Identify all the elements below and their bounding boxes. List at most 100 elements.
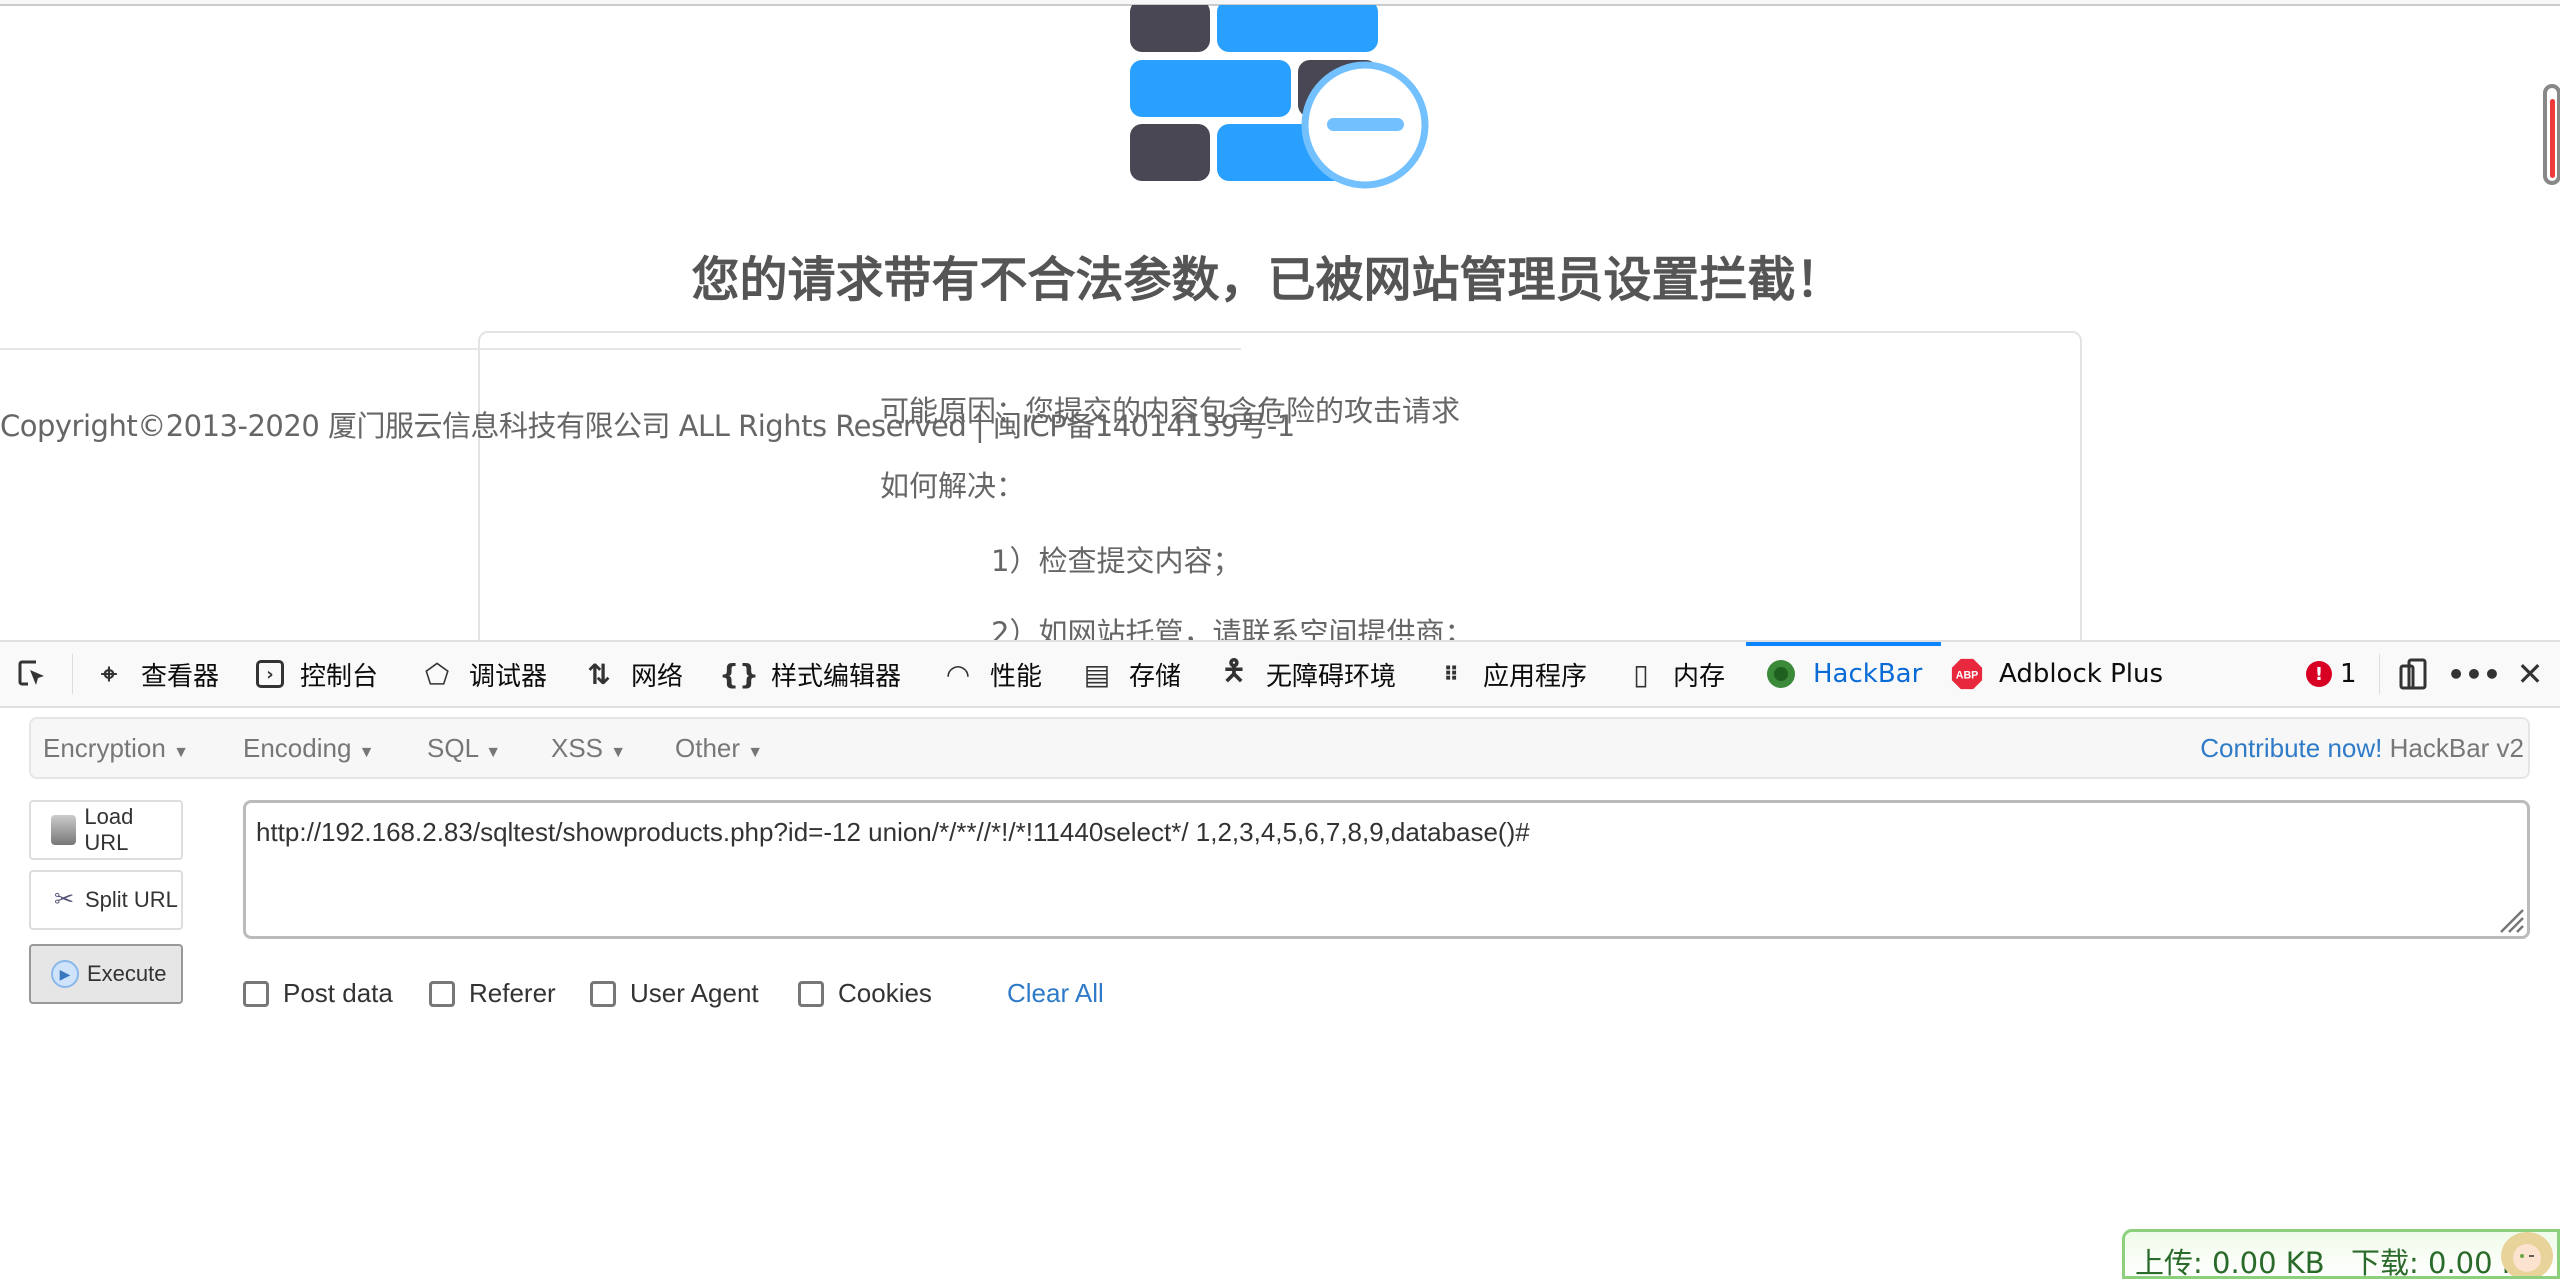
- close-devtools-button[interactable]: ✕: [2514, 642, 2560, 706]
- tab-label: 调试器: [469, 661, 548, 692]
- url-textarea[interactable]: http://192.168.2.83/sqltest/showproducts…: [243, 800, 2530, 939]
- memory-icon: ▯: [1633, 657, 1649, 691]
- checkbox-label: Cookies: [838, 978, 932, 1008]
- tab-console[interactable]: › 控制台: [256, 642, 378, 706]
- responsive-design-button[interactable]: [2398, 642, 2446, 706]
- chevron-down-icon: ▼: [485, 744, 502, 761]
- abp-icon: ABP: [1951, 658, 1983, 690]
- menu-other[interactable]: Other ▼: [675, 719, 763, 777]
- hackbar-version: HackBar v2: [2389, 733, 2524, 763]
- menu-label: Other: [675, 733, 741, 763]
- tab-label: 无障碍环境: [1266, 661, 1397, 692]
- element-picker-icon: [16, 658, 48, 690]
- anime-mascot-icon: [2501, 1232, 2553, 1276]
- menu-label: XSS: [551, 733, 604, 763]
- scrollbar-thumb[interactable]: [2550, 99, 2555, 178]
- network-icon: ⇅: [587, 657, 611, 691]
- play-icon: ▶: [51, 960, 79, 988]
- clear-all-link[interactable]: Clear All: [1007, 978, 1104, 1009]
- more-icon: •••: [2447, 657, 2501, 691]
- load-url-icon: [51, 815, 77, 845]
- reason-text: 可能原因：您提交的内容包含危险的攻击请求: [880, 394, 1461, 428]
- tab-label: 存储: [1129, 661, 1182, 692]
- chevron-down-icon: ▼: [173, 744, 189, 761]
- devtools-toolbar: ⌖ 查看器 › 控制台 ⬠ 调试器 ⇅ 网络 {} 样式编辑器 ◠ 性能 ▤ 存储 🯅 无障碍环…: [0, 642, 2560, 708]
- hackbar-menubar: Encryption ▼ Encoding ▼ SQL ▼ XSS ▼ Othe…: [29, 717, 2530, 779]
- tab-label: 内存: [1673, 661, 1726, 692]
- menu-label: SQL: [427, 733, 479, 763]
- scissors-icon: ✂: [53, 886, 75, 913]
- menu-label: Encoding: [243, 733, 352, 763]
- error-icon: !: [2306, 661, 2332, 687]
- cookies-checkbox[interactable]: Cookies: [798, 978, 932, 1009]
- tab-label: 控制台: [300, 661, 379, 692]
- toolbar-divider: [2379, 654, 2380, 694]
- more-options-button[interactable]: •••: [2447, 642, 2506, 706]
- checkbox-label: Post data: [283, 978, 393, 1008]
- error-count-button[interactable]: ! 1: [2306, 642, 2357, 706]
- button-label: Execute: [87, 961, 167, 986]
- menu-encoding[interactable]: Encoding ▼: [243, 719, 375, 777]
- tab-label: 应用程序: [1483, 661, 1588, 692]
- devtools-panel: ⌖ 查看器 › 控制台 ⬠ 调试器 ⇅ 网络 {} 样式编辑器 ◠ 性能 ▤ 存储 🯅 无障碍环…: [0, 640, 2560, 1279]
- menu-encryption[interactable]: Encryption ▼: [43, 719, 189, 777]
- resize-grip-icon[interactable]: [2497, 906, 2525, 934]
- checkbox[interactable]: [798, 980, 824, 1007]
- checkbox-label: User Agent: [630, 978, 759, 1008]
- footer-divider: [0, 348, 1241, 350]
- network-speed-widget: 上传: 0.00 KB 下载: 0.00 KB: [2122, 1229, 2560, 1280]
- fix-step-1: 1）检查提交内容；: [991, 544, 1242, 578]
- close-icon: ✕: [2516, 655, 2544, 693]
- tab-network[interactable]: ⇅ 网络: [583, 642, 683, 706]
- storage-icon: ▤: [1083, 657, 1111, 691]
- tab-label: 性能: [990, 661, 1043, 692]
- chevron-down-icon: ▼: [358, 744, 375, 761]
- chevron-down-icon: ▼: [610, 744, 627, 761]
- tab-inspector[interactable]: ⌖ 查看器: [93, 642, 219, 706]
- checkbox[interactable]: [429, 980, 455, 1007]
- execute-button[interactable]: ▶ Execute: [29, 944, 183, 1004]
- checkbox[interactable]: [243, 980, 269, 1007]
- tab-debugger[interactable]: ⬠ 调试器: [421, 642, 547, 706]
- tab-accessibility[interactable]: 🯅 无障碍环境: [1218, 642, 1396, 706]
- how-to-fix-label: 如何解决：: [880, 469, 1026, 503]
- user-agent-checkbox[interactable]: User Agent: [590, 978, 759, 1009]
- chevron-down-icon: ▼: [747, 744, 764, 761]
- element-picker-button[interactable]: [16, 642, 64, 706]
- referer-checkbox[interactable]: Referer: [429, 978, 556, 1009]
- block-heading: 您的请求带有不合法参数，已被网站管理员设置拦截！: [691, 252, 1844, 308]
- url-value: http://192.168.2.83/sqltest/showproducts…: [256, 817, 1530, 847]
- page-scrollbar[interactable]: [2543, 84, 2560, 185]
- inspector-icon: ⌖: [101, 657, 117, 690]
- tab-label: Adblock Plus: [1999, 659, 2164, 689]
- style-editor-icon: {}: [719, 657, 759, 691]
- load-url-button[interactable]: Load URL: [29, 800, 183, 860]
- toolbar-divider: [72, 654, 73, 694]
- menu-sql[interactable]: SQL ▼: [427, 719, 501, 777]
- console-icon: ›: [256, 660, 284, 688]
- contribute-link[interactable]: Contribute now!: [2200, 733, 2382, 763]
- menu-xss[interactable]: XSS ▼: [551, 719, 626, 777]
- accessibility-icon: 🯅: [1221, 654, 1247, 687]
- tab-memory[interactable]: ▯ 内存: [1625, 642, 1725, 706]
- tab-label: 查看器: [141, 661, 220, 692]
- tab-label: HackBar: [1813, 659, 1923, 689]
- tab-application[interactable]: ⠿ 应用程序: [1435, 642, 1587, 706]
- tab-label: 样式编辑器: [771, 661, 902, 692]
- post-data-checkbox[interactable]: Post data: [243, 978, 393, 1009]
- error-count: 1: [2340, 659, 2357, 689]
- tab-style-editor[interactable]: {} 样式编辑器: [719, 642, 902, 706]
- debugger-icon: ⬠: [424, 657, 450, 691]
- checkbox[interactable]: [590, 980, 616, 1007]
- responsive-design-icon: [2398, 658, 2430, 690]
- menu-label: Encryption: [43, 733, 166, 763]
- tab-storage[interactable]: ▤ 存储: [1081, 642, 1181, 706]
- tab-label: 网络: [631, 661, 684, 692]
- button-label: Load URL: [84, 804, 134, 855]
- tab-performance[interactable]: ◠ 性能: [942, 642, 1042, 706]
- tab-hackbar[interactable]: HackBar: [1745, 642, 1942, 706]
- checkbox-label: Referer: [469, 978, 556, 1008]
- tab-adblock-plus[interactable]: ABP Adblock Plus: [1951, 642, 2163, 706]
- split-url-button[interactable]: ✂ Split URL: [29, 870, 183, 930]
- application-icon: ⠿: [1443, 662, 1459, 686]
